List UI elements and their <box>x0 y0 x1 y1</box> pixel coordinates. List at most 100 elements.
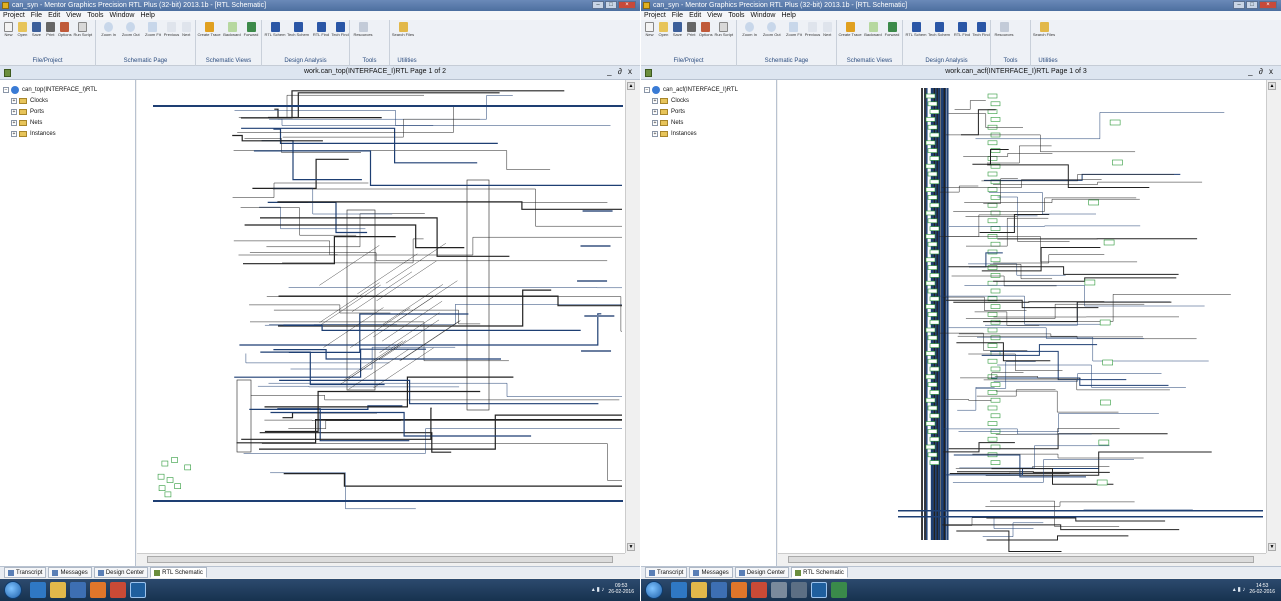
open-button[interactable]: Open <box>16 21 29 37</box>
run-script-button[interactable]: Run Script <box>714 21 734 37</box>
tab-design-center[interactable]: Design Center <box>93 567 149 578</box>
tray-icons[interactable]: ▴ ▮ ♪ <box>592 586 605 593</box>
search-files-button[interactable]: Search Files <box>1033 21 1055 37</box>
tab-rtl-schematic[interactable]: RTL Schematic <box>791 567 848 578</box>
forward-button[interactable]: Forward <box>244 21 258 37</box>
expand-icon[interactable]: + <box>652 130 658 137</box>
tree-root[interactable]: − can_acf(INTERFACE_I)RTL <box>641 84 776 95</box>
clock[interactable]: 09:53 26-02-2016 <box>608 583 634 595</box>
vertical-scrollbar[interactable]: ▲ ▼ <box>625 80 636 553</box>
zoom-in-button[interactable]: Zoom In <box>739 21 760 37</box>
scroll-down-icon[interactable]: ▼ <box>627 543 635 551</box>
menu-file[interactable]: File <box>31 11 42 20</box>
expand-icon[interactable]: + <box>11 119 17 126</box>
zoom-fit-button[interactable]: Zoom Fit <box>142 21 163 37</box>
tab-transcript[interactable]: Transcript <box>645 567 688 578</box>
tree-item-clocks[interactable]: + Clocks <box>0 95 135 106</box>
precision-icon[interactable] <box>130 582 146 598</box>
minimize-button[interactable]: – <box>1233 1 1245 9</box>
tech-find-button[interactable]: Tech Find <box>331 21 349 37</box>
menu-help[interactable]: Help <box>140 11 154 20</box>
previous-button[interactable]: Previous <box>164 21 179 37</box>
expand-icon[interactable]: + <box>652 97 658 104</box>
rtl-find-button[interactable]: RTL Find <box>310 21 332 37</box>
backward-button[interactable]: Backward <box>862 21 884 37</box>
chrome-icon[interactable] <box>110 582 126 598</box>
ie-icon[interactable] <box>30 582 46 598</box>
menu-tools[interactable]: Tools <box>87 11 103 20</box>
scroll-up-icon[interactable]: ▲ <box>627 82 635 90</box>
expand-icon[interactable]: + <box>11 97 17 104</box>
tree-item-instances[interactable]: + Instances <box>641 128 776 139</box>
minimize-button[interactable]: – <box>592 1 604 9</box>
clock[interactable]: 14:53 26-02-2016 <box>1249 583 1275 595</box>
menu-window[interactable]: Window <box>751 11 776 20</box>
rtl-schem-button[interactable]: RTL Schem <box>264 21 286 37</box>
menu-help[interactable]: Help <box>781 11 795 20</box>
panel-window-controls[interactable]: _ ∂ x <box>607 67 634 76</box>
expand-icon[interactable]: + <box>11 130 17 137</box>
zoom-out-button[interactable]: Zoom Out <box>120 21 141 37</box>
previous-button[interactable]: Previous <box>805 21 820 37</box>
scroll-thumb[interactable] <box>147 556 613 563</box>
network-icon[interactable] <box>791 582 807 598</box>
schematic-canvas[interactable] <box>778 80 1266 553</box>
spreadsheet-icon[interactable] <box>831 582 847 598</box>
menu-edit[interactable]: Edit <box>48 11 60 20</box>
scroll-thumb[interactable] <box>788 556 1254 563</box>
collapse-icon[interactable]: − <box>3 86 9 93</box>
tray-icons[interactable]: ▴ ▮ ♪ <box>1233 586 1246 593</box>
save-button[interactable]: Save <box>30 21 43 37</box>
create-trace-button[interactable]: Create Trace <box>197 21 221 37</box>
rtl-schematic-drawing[interactable] <box>137 80 625 553</box>
horizontal-scrollbar[interactable] <box>137 553 625 565</box>
next-button[interactable]: Next <box>180 21 193 37</box>
word-icon[interactable] <box>70 582 86 598</box>
menu-window[interactable]: Window <box>110 11 135 20</box>
panel-window-controls[interactable]: _ ∂ x <box>1248 67 1275 76</box>
options-button[interactable]: Options <box>58 21 72 37</box>
tab-rtl-schematic[interactable]: RTL Schematic <box>150 567 207 578</box>
tech-schem-button[interactable]: Tech Schem <box>287 21 309 37</box>
tree-item-clocks[interactable]: + Clocks <box>641 95 776 106</box>
tech-find-button[interactable]: Tech Find <box>972 21 990 37</box>
rtl-find-button[interactable]: RTL Find <box>951 21 973 37</box>
maximize-button[interactable]: □ <box>605 1 617 9</box>
expand-icon[interactable]: + <box>11 108 17 115</box>
open-button[interactable]: Open <box>657 21 670 37</box>
zoom-out-button[interactable]: Zoom Out <box>761 21 782 37</box>
scroll-up-icon[interactable]: ▲ <box>1268 82 1276 90</box>
forward-button[interactable]: Forward <box>885 21 899 37</box>
backward-button[interactable]: Backward <box>221 21 243 37</box>
media-icon[interactable] <box>731 582 747 598</box>
explorer-icon[interactable] <box>691 582 707 598</box>
tab-transcript[interactable]: Transcript <box>4 567 47 578</box>
menu-tools[interactable]: Tools <box>728 11 744 20</box>
rtl-schem-button[interactable]: RTL Schem <box>905 21 927 37</box>
collapse-icon[interactable]: − <box>644 86 650 93</box>
tree-item-instances[interactable]: + Instances <box>0 128 135 139</box>
tree-item-ports[interactable]: + Ports <box>0 106 135 117</box>
chrome-icon[interactable] <box>751 582 767 598</box>
menu-view[interactable]: View <box>66 11 81 20</box>
zoom-in-button[interactable]: Zoom In <box>98 21 119 37</box>
tree-item-nets[interactable]: + Nets <box>0 117 135 128</box>
search-files-button[interactable]: Search Files <box>392 21 414 37</box>
explorer-icon[interactable] <box>50 582 66 598</box>
menu-project[interactable]: Project <box>644 11 666 20</box>
word-icon[interactable] <box>711 582 727 598</box>
zoom-fit-button[interactable]: Zoom Fit <box>783 21 804 37</box>
tab-design-center[interactable]: Design Center <box>734 567 790 578</box>
menu-project[interactable]: Project <box>3 11 25 20</box>
scroll-down-icon[interactable]: ▼ <box>1268 543 1276 551</box>
print-button[interactable]: Print <box>685 21 698 37</box>
save-button[interactable]: Save <box>671 21 684 37</box>
new-button[interactable]: New <box>2 21 15 37</box>
precision-icon[interactable] <box>811 582 827 598</box>
menu-view[interactable]: View <box>707 11 722 20</box>
close-button[interactable]: × <box>618 1 636 9</box>
expand-icon[interactable]: + <box>652 108 658 115</box>
run-script-button[interactable]: Run Script <box>73 21 93 37</box>
close-button[interactable]: × <box>1259 1 1277 9</box>
rtl-schematic-drawing[interactable] <box>778 80 1266 553</box>
